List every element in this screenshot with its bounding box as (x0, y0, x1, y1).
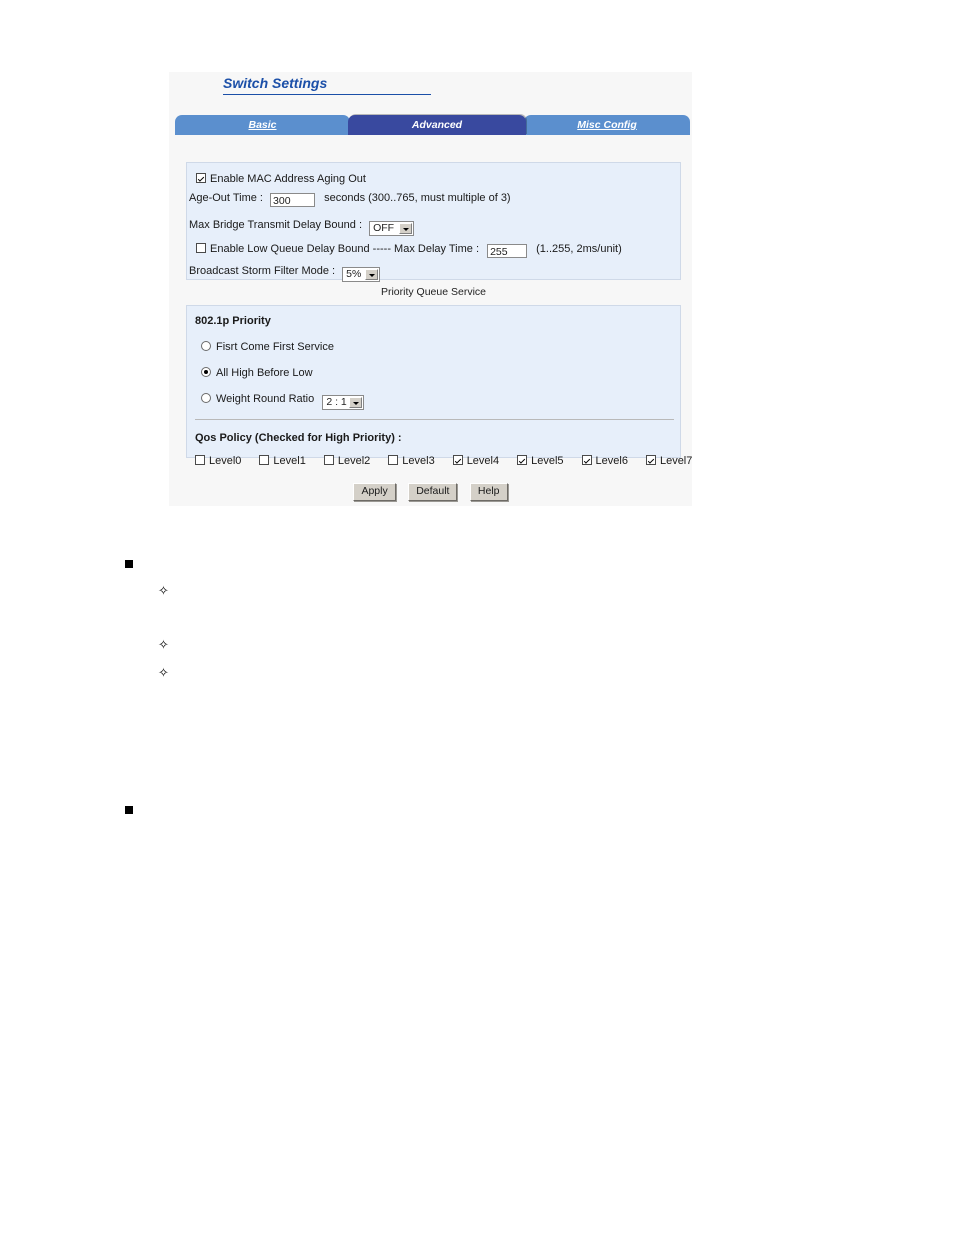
max-bridge-delay-row: Max Bridge Transmit Delay Bound : OFF (189, 218, 415, 236)
qos-level-6-checkbox (581, 455, 592, 465)
tab-basic-label: Basic (248, 119, 277, 131)
qos-level-list: Level0 Level1 Level2 Level3 Level4 Level5 Leve… (195, 454, 692, 468)
qos-level-4[interactable]: Level4 (452, 454, 500, 468)
switch-settings-window: Switch Settings Basic Advanced Misc Conf… (169, 72, 692, 506)
radio-ahbl-indicator (201, 367, 211, 377)
enable-aging-checkbox[interactable] (196, 173, 206, 183)
default-button[interactable]: Default (408, 483, 458, 501)
age-out-time-row: Age-Out Time : 300 seconds (300..765, mu… (189, 191, 511, 207)
age-out-time-hint: seconds (300..765, must multiple of 3) (324, 192, 511, 204)
qos-level-7-label: Level7 (659, 455, 693, 467)
qos-level-2-label: Level2 (337, 455, 371, 467)
qos-level-6[interactable]: Level6 (581, 454, 628, 468)
storm-filter-select[interactable]: 5% (342, 267, 381, 282)
qos-level-7[interactable]: Level7 (645, 454, 693, 468)
enable-aging-label: Enable MAC Address Aging Out (210, 173, 366, 185)
qos-level-4-label: Level4 (466, 455, 500, 467)
low-queue-delay-label: Enable Low Queue Delay Bound ----- Max D… (210, 243, 480, 255)
qos-level-5[interactable]: Level5 (517, 454, 564, 468)
max-bridge-delay-value: OFF (373, 222, 395, 234)
tab-advanced[interactable]: Advanced (348, 115, 526, 135)
title-underline (223, 94, 431, 95)
aging-settings-panel: Enable MAC Address Aging Out Age-Out Tim… (186, 162, 681, 282)
qos-level-5-checkbox (517, 455, 528, 465)
storm-filter-row: Broadcast Storm Filter Mode : 5% (189, 264, 381, 282)
section-divider (195, 419, 674, 420)
qos-level-1-label: Level1 (273, 455, 306, 467)
chevron-down-icon (349, 397, 363, 408)
bullet-square-marker (125, 806, 133, 814)
page-title: Switch Settings (223, 75, 328, 91)
storm-filter-label: Broadcast Storm Filter Mode : (189, 265, 336, 277)
qos-policy-heading: Qos Policy (Checked for High Priority) : (195, 432, 402, 444)
radio-first-come-first-service[interactable]: Fisrt Come First Service (201, 340, 334, 354)
qos-level-3[interactable]: Level3 (388, 454, 435, 468)
button-bar: Apply Default Help (169, 481, 692, 501)
chevron-down-icon (365, 269, 379, 280)
qos-level-1-checkbox (259, 455, 270, 465)
low-queue-delay-checkbox[interactable] (196, 243, 206, 253)
qos-level-6-label: Level6 (595, 455, 628, 467)
apply-button[interactable]: Apply (353, 483, 396, 501)
tab-basic[interactable]: Basic (175, 115, 350, 135)
age-out-time-input[interactable]: 300 (270, 193, 316, 207)
bullet-diamond-marker: ✧ (158, 583, 169, 598)
qos-level-0-checkbox (195, 455, 205, 465)
qos-level-3-label: Level3 (402, 455, 435, 467)
max-delay-time-input[interactable]: 255 (487, 244, 528, 258)
weight-round-ratio-value: 2 : 1 (326, 396, 347, 408)
priority-heading: 802.1p Priority (195, 315, 271, 327)
qos-level-0[interactable]: Level0 (195, 454, 241, 468)
low-queue-delay-row: Enable Low Queue Delay Bound ----- Max D… (196, 242, 622, 258)
qos-level-3-checkbox (388, 455, 399, 465)
bullet-diamond-marker: ✧ (158, 665, 169, 680)
tab-advanced-label: Advanced (411, 119, 463, 131)
max-bridge-delay-select[interactable]: OFF (369, 221, 415, 236)
help-button[interactable]: Help (469, 483, 508, 501)
qos-level-7-checkbox (645, 455, 656, 465)
age-out-time-label: Age-Out Time : (189, 192, 263, 204)
qos-level-1[interactable]: Level1 (259, 454, 306, 468)
priority-queue-panel: 802.1p Priority Fisrt Come First Service… (186, 305, 692, 467)
radio-wrr-indicator (201, 393, 211, 403)
priority-queue-service-caption: Priority Queue Service (380, 286, 487, 298)
tab-bar: Basic Advanced Misc Config (175, 115, 690, 135)
qos-level-4-checkbox (452, 455, 463, 465)
qos-level-5-label: Level5 (531, 455, 564, 467)
max-delay-time-hint: (1..255, 2ms/unit) (536, 243, 622, 255)
enable-aging-row: Enable MAC Address Aging Out (196, 172, 366, 186)
radio-weight-round-ratio[interactable]: Weight Round Ratio 2 : 1 (201, 392, 365, 410)
bullet-square-marker (125, 560, 133, 568)
radio-fcfs-label: Fisrt Come First Service (216, 341, 334, 353)
radio-fcfs-indicator (201, 341, 211, 351)
chevron-down-icon (399, 223, 413, 234)
storm-filter-value: 5% (346, 268, 362, 280)
tab-misc-config-label: Misc Config (577, 119, 637, 131)
bullet-diamond-marker: ✧ (158, 637, 169, 652)
qos-level-2[interactable]: Level2 (323, 454, 371, 468)
qos-level-2-checkbox (323, 455, 334, 465)
radio-wrr-label: Weight Round Ratio (216, 393, 315, 405)
max-bridge-delay-label: Max Bridge Transmit Delay Bound : (189, 219, 363, 231)
tab-misc-config[interactable]: Misc Config (524, 115, 690, 135)
weight-round-ratio-select[interactable]: 2 : 1 (322, 395, 365, 410)
radio-ahbl-label: All High Before Low (216, 367, 313, 379)
qos-level-0-label: Level0 (209, 455, 242, 467)
radio-all-high-before-low[interactable]: All High Before Low (201, 366, 313, 380)
